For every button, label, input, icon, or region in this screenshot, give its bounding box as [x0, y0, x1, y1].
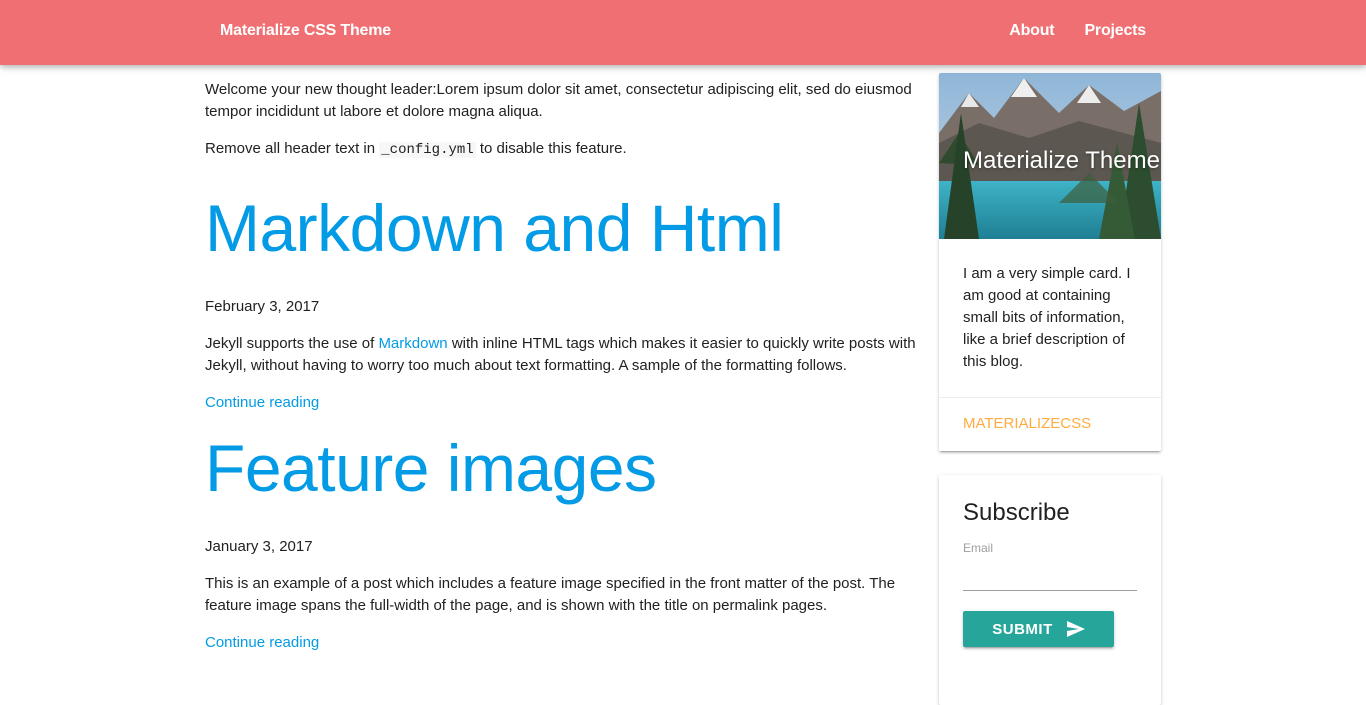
card-action: MATERIALIZECSS — [939, 398, 1161, 451]
nav-link-about[interactable]: About — [1009, 22, 1054, 40]
post-title-link[interactable]: Markdown and Html — [205, 188, 920, 268]
top-navbar: Materialize CSS Theme About Projects — [0, 0, 1366, 65]
brand-logo[interactable]: Materialize CSS Theme — [220, 22, 391, 40]
markdown-link[interactable]: Markdown — [378, 335, 447, 352]
post-item: Feature images January 3, 2017 This is a… — [205, 428, 920, 654]
card-title: Materialize Theme — [963, 147, 1160, 174]
post-excerpt: This is an example of a post which inclu… — [205, 575, 896, 614]
subscribe-title: Subscribe — [963, 499, 1070, 526]
materializecss-link[interactable]: MATERIALIZECSS — [963, 415, 1091, 432]
subscribe-card: Subscribe Email SUBMIT — [939, 475, 1161, 705]
submit-button[interactable]: SUBMIT — [963, 611, 1114, 647]
post-excerpt-before: Jekyll supports the use of — [205, 335, 375, 352]
post-excerpt: Jekyll supports the use of Markdown with… — [205, 333, 920, 377]
card-image: Materialize Theme — [939, 73, 1161, 239]
email-field[interactable] — [963, 555, 1137, 591]
blog-info-card: Materialize Theme I am a very simple car… — [939, 73, 1161, 451]
post-item: Markdown and Html February 3, 2017 Jekyl… — [205, 188, 920, 414]
post-date: February 3, 2017 — [205, 298, 320, 315]
config-note-suffix: to disable this feature. — [479, 140, 627, 157]
intro-text: Welcome your new thought leader:Lorem ip… — [205, 81, 912, 120]
continue-reading-link[interactable]: Continue reading — [205, 632, 319, 654]
config-note: Remove all header text in _config.yml to… — [205, 138, 920, 161]
submit-label: SUBMIT — [992, 620, 1053, 638]
nav-links: About Projects — [1009, 22, 1146, 40]
post-title-link[interactable]: Feature images — [205, 428, 920, 508]
send-icon — [1066, 621, 1085, 637]
config-note-prefix: Remove all header text in — [205, 140, 376, 157]
config-filename: _config.yml — [379, 142, 476, 158]
email-label: Email — [963, 541, 994, 555]
continue-reading-link[interactable]: Continue reading — [205, 392, 319, 414]
nav-link-projects[interactable]: Projects — [1084, 22, 1146, 40]
post-date: January 3, 2017 — [205, 538, 313, 555]
main-content: Welcome your new thought leader:Lorem ip… — [205, 79, 920, 654]
card-description: I am a very simple card. I am good at co… — [939, 239, 1161, 398]
